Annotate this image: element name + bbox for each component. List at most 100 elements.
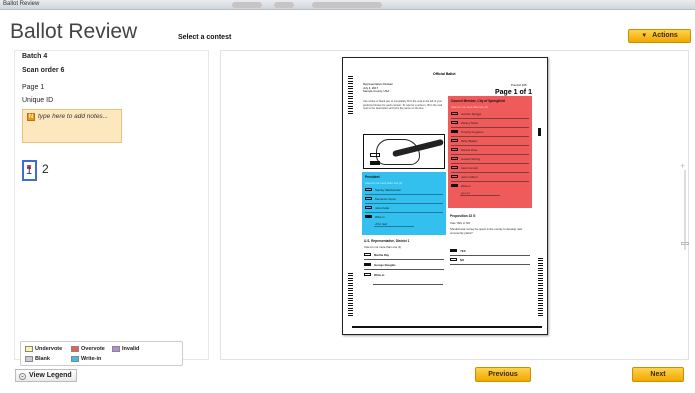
candidate: Ricky Bigsley <box>461 139 478 143</box>
divider <box>451 181 529 182</box>
actions-label: Actions <box>652 32 678 39</box>
legend-blank: Blank <box>35 356 50 362</box>
oval <box>451 121 458 124</box>
divider <box>451 136 529 137</box>
page-thumb-number: 1 <box>26 165 33 177</box>
divider <box>451 154 529 155</box>
contest-council-overvote[interactable]: Council Member, City of Springfield Vote… <box>448 96 532 208</box>
divider <box>450 255 530 256</box>
writein-line <box>460 195 500 196</box>
note-icon: N <box>27 113 35 121</box>
chevron-down-icon: ▼ <box>641 33 648 39</box>
contest-instructions: Vote for not more than two (2) <box>451 105 488 109</box>
candidate: Stanley Washwanski <box>375 188 401 192</box>
oval <box>451 112 458 115</box>
divider <box>451 118 529 119</box>
candidate: Write-in <box>374 273 385 277</box>
page-thumb-2[interactable]: 2 <box>42 162 49 176</box>
chevron-down-icon: ⌄ <box>19 373 26 380</box>
contest-instructions: Vote for not more than one (1) <box>364 245 402 249</box>
timing-mark <box>538 128 541 136</box>
proposition-instructions: Vote YES or NO <box>450 221 471 225</box>
candidate: Martha Ray <box>374 253 390 257</box>
view-legend-button[interactable]: ⌄ View Legend <box>15 369 77 382</box>
legend-overvote: Overvote <box>81 346 105 352</box>
window-title: Ballot Review <box>3 1 40 7</box>
divider <box>365 212 443 213</box>
batch-label: Batch 4 <box>22 53 48 60</box>
oval-example <box>370 153 380 157</box>
oval <box>451 157 458 160</box>
next-button[interactable]: Next <box>632 367 684 382</box>
divider <box>364 269 444 270</box>
ballot-instructions: Use a blue or black pen to completely fi… <box>363 100 443 110</box>
ballot-header-line: Sample County, USA <box>363 89 390 93</box>
candidate: Write-in <box>375 215 385 219</box>
candidate: Jacie Keller <box>375 206 390 210</box>
undervote-swatch <box>25 346 33 352</box>
page-thumb-1[interactable]: 1 <box>22 160 37 181</box>
proposition-title: Proposition 32 G <box>450 214 476 218</box>
oval <box>451 166 458 169</box>
ballot-official-title: Official Ballot <box>433 72 456 76</box>
divider <box>364 259 444 260</box>
option: YES <box>460 249 466 253</box>
divider <box>365 194 443 195</box>
oval <box>451 175 458 178</box>
contest-president-writein[interactable]: President Vote for not more than one (1)… <box>362 172 446 235</box>
contest-title: Council Member, City of Springfield <box>451 99 505 103</box>
page-label: Page 1 <box>22 84 45 91</box>
candidate: Aaron Lincoln <box>461 166 479 170</box>
writein-line <box>374 226 414 227</box>
contest-title: U.S. Representative, District 1 <box>364 239 410 243</box>
candidate: Jason Gilbert <box>461 175 478 179</box>
legend-writein: Write-in <box>81 356 102 362</box>
zoom-handle[interactable] <box>681 242 689 245</box>
candidate: George Douglas <box>374 263 396 267</box>
oval <box>451 148 458 151</box>
scan-order-label: Scan order 6 <box>22 67 65 74</box>
oval-filled <box>450 249 457 252</box>
ballot-barcode <box>538 258 543 318</box>
zoom-slider[interactable] <box>684 170 686 250</box>
divider <box>451 127 529 128</box>
candidate: Howard Stirling <box>461 157 480 161</box>
invalid-swatch <box>112 346 120 352</box>
oval <box>365 206 372 209</box>
writein-line <box>373 284 443 285</box>
oval <box>364 253 371 256</box>
ballot-barcode <box>348 76 353 116</box>
blank-swatch <box>25 356 33 362</box>
oval <box>364 273 371 276</box>
contest-title: President <box>365 175 380 179</box>
writein-swatch <box>71 356 79 362</box>
oval <box>365 188 372 191</box>
window-titlebar: Ballot Review <box>0 0 695 10</box>
oval-filled <box>364 263 371 266</box>
previous-button[interactable]: Previous <box>475 367 531 382</box>
contest-instructions: Vote for not more than one (1) <box>365 181 403 185</box>
view-legend-label: View Legend <box>29 372 72 379</box>
ballot-barcode <box>348 273 353 318</box>
titlebar-blur <box>232 2 262 8</box>
notes-field[interactable]: N type here to add notes... <box>22 109 122 143</box>
marking-instruction-illustration <box>363 134 445 169</box>
candidate: Damianne Stone <box>375 197 396 201</box>
select-contest-label[interactable]: Select a contest <box>178 34 231 41</box>
oval <box>365 197 372 200</box>
candidate: Marcus Rose <box>461 148 478 152</box>
oval-example <box>370 161 380 165</box>
actions-button[interactable]: ▼ Actions <box>628 29 691 43</box>
divider <box>451 145 529 146</box>
candidate: Write-in <box>461 184 471 188</box>
candidate: Jennifer Spriggs <box>461 112 482 116</box>
divider <box>451 172 529 173</box>
titlebar-blur <box>274 2 294 8</box>
oval-filled <box>451 130 458 133</box>
oval-filled <box>365 215 372 218</box>
proposition-text: Should local money be spent in the count… <box>450 227 523 235</box>
oval-filled <box>451 184 458 187</box>
divider <box>451 163 529 164</box>
ballot-page-label: Page 1 of 1 <box>495 89 532 96</box>
ballot-precinct: Precinct 105 <box>511 83 527 87</box>
